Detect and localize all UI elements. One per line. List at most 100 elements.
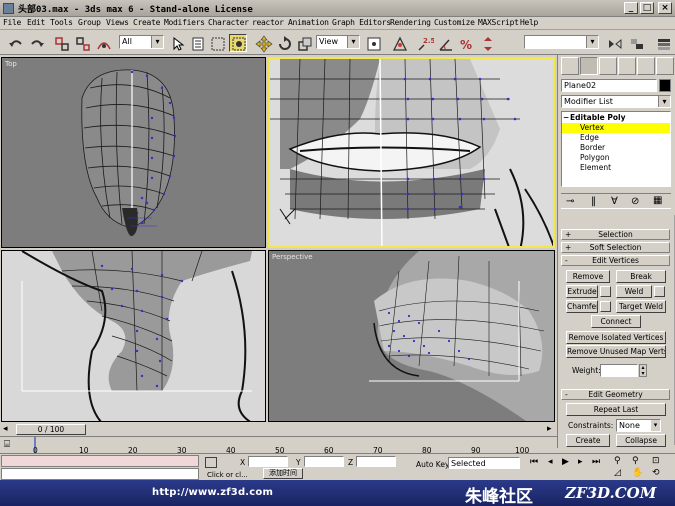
named-selection-dropdown[interactable] xyxy=(524,35,599,49)
stack-item-border[interactable]: Border xyxy=(562,143,670,153)
repeat-last-button[interactable]: Repeat Last xyxy=(566,403,666,416)
menu-animation[interactable]: Animation xyxy=(288,18,329,27)
rollout-edit-vertices[interactable]: - Edit Vertices xyxy=(561,255,670,266)
create-button[interactable]: Create xyxy=(566,434,610,447)
rectangular-selection-icon[interactable] xyxy=(208,34,226,52)
stack-item-vertex[interactable]: Vertex xyxy=(562,123,670,133)
select-and-rotate-icon[interactable] xyxy=(275,34,293,52)
menu-customize[interactable]: Customize xyxy=(434,18,475,27)
weld-settings-icon[interactable] xyxy=(654,286,665,297)
zoom-extents-icon[interactable]: ⊡ xyxy=(652,456,660,466)
configure-modifier-sets-icon[interactable]: ▦ xyxy=(653,195,662,206)
arc-rotate-icon[interactable]: ⟲ xyxy=(652,468,660,478)
hierarchy-tab-icon[interactable] xyxy=(599,57,617,75)
zoom-icon[interactable]: ⚲ xyxy=(614,456,621,466)
menu-reactor[interactable]: reactor xyxy=(252,18,284,27)
window-crossing-icon[interactable] xyxy=(229,34,247,52)
mirror-icon[interactable] xyxy=(605,34,623,52)
menu-views[interactable]: Views xyxy=(106,18,129,27)
y-coordinate-field[interactable] xyxy=(304,456,344,467)
connect-button[interactable]: Connect xyxy=(591,315,641,328)
target-weld-button[interactable]: Target Weld xyxy=(616,300,666,313)
left-viewport[interactable] xyxy=(1,250,266,422)
menu-modifiers[interactable]: Modifiers xyxy=(164,18,205,27)
slider-right-arrow-icon[interactable]: ▸ xyxy=(547,424,552,434)
rollout-soft-selection[interactable]: + Soft Selection xyxy=(561,242,670,253)
align-icon[interactable] xyxy=(627,34,645,52)
menu-edit[interactable]: Edit xyxy=(27,18,45,27)
slider-left-arrow-icon[interactable]: ◂ xyxy=(3,424,8,434)
rollout-edit-geometry[interactable]: - Edit Geometry xyxy=(561,389,670,400)
lock-selection-icon[interactable] xyxy=(205,457,217,468)
layer-manager-icon[interactable] xyxy=(654,34,672,52)
perspective-viewport[interactable]: Perspective xyxy=(268,250,555,422)
weld-button[interactable]: Weld xyxy=(616,285,652,298)
menu-maxscript[interactable]: MAXScript xyxy=(478,18,519,27)
angle-snap-icon[interactable] xyxy=(436,34,454,52)
utilities-tab-icon[interactable] xyxy=(656,57,674,75)
extrude-button[interactable]: Extrude xyxy=(566,285,598,298)
select-and-link-icon[interactable] xyxy=(52,34,70,52)
collapse-button[interactable]: Collapse xyxy=(616,434,666,447)
snap-toggle-icon[interactable]: 2.5 xyxy=(415,34,434,52)
select-and-move-icon[interactable] xyxy=(254,34,273,53)
motion-tab-icon[interactable] xyxy=(618,57,636,75)
select-and-manipulate-icon[interactable] xyxy=(390,34,408,52)
field-of-view-icon[interactable]: ◿ xyxy=(614,468,621,478)
modify-tab-icon[interactable] xyxy=(580,57,598,75)
extrude-settings-icon[interactable] xyxy=(600,286,611,297)
zoom-all-icon[interactable]: ⚲ xyxy=(632,456,639,466)
menu-tools[interactable]: Tools xyxy=(50,18,73,27)
key-mode-dropdown[interactable]: Selected xyxy=(448,457,520,469)
next-frame-icon[interactable]: ▸ xyxy=(578,457,583,467)
stack-item-edge[interactable]: Edge xyxy=(562,133,670,143)
modifier-list-dropdown[interactable]: Modifier List xyxy=(561,95,671,108)
spinner-snap-icon[interactable] xyxy=(478,34,496,52)
top-viewport[interactable]: Top xyxy=(1,57,266,248)
percent-snap-icon[interactable]: % xyxy=(457,34,475,52)
auto-key-button[interactable]: Auto Key xyxy=(416,460,449,469)
maxscript-listener[interactable] xyxy=(1,455,199,467)
previous-frame-icon[interactable]: ◂ xyxy=(548,457,553,467)
stack-item-polygon[interactable]: Polygon xyxy=(562,153,670,163)
stack-expand-icon[interactable]: − xyxy=(563,113,569,123)
minimize-button[interactable]: _ xyxy=(624,2,638,14)
menu-create[interactable]: Create xyxy=(133,18,160,27)
unlink-icon[interactable] xyxy=(73,34,91,52)
chamfer-button[interactable]: Chamfer xyxy=(566,300,598,313)
go-to-end-icon[interactable]: ⏭ xyxy=(592,457,600,467)
menu-graph-editors[interactable]: Graph Editors xyxy=(332,18,391,27)
track-bar[interactable]: ⌸ 0 10 20 30 40 50 60 70 80 90 100 xyxy=(0,436,557,455)
constraints-arrow-icon[interactable]: ▾ xyxy=(651,420,660,431)
undo-icon[interactable] xyxy=(6,34,24,52)
rollout-selection[interactable]: + Selection xyxy=(561,229,670,240)
pivot-point-icon[interactable] xyxy=(364,34,382,52)
chamfer-settings-icon[interactable] xyxy=(600,301,611,312)
show-end-result-icon[interactable]: ‖ xyxy=(591,196,596,207)
play-icon[interactable]: ▶ xyxy=(562,457,569,467)
x-coordinate-field[interactable] xyxy=(248,456,288,467)
remove-isolated-vertices-button[interactable]: Remove Isolated Vertices xyxy=(566,331,666,344)
select-and-scale-icon[interactable] xyxy=(295,34,313,52)
menu-file[interactable]: File xyxy=(3,18,21,27)
close-button[interactable]: × xyxy=(658,2,672,14)
menu-help[interactable]: Help xyxy=(520,18,538,27)
display-tab-icon[interactable] xyxy=(637,57,655,75)
object-color-swatch[interactable] xyxy=(659,79,671,92)
object-name-field[interactable]: Plane02 xyxy=(561,79,657,92)
pin-stack-icon[interactable]: ⊸ xyxy=(566,196,574,207)
remove-button[interactable]: Remove xyxy=(566,270,610,283)
pan-icon[interactable]: ✋ xyxy=(632,468,643,478)
mini-curve-editor-icon[interactable]: ⌸ xyxy=(4,439,10,450)
front-viewport[interactable] xyxy=(268,57,555,248)
menu-rendering[interactable]: Rendering xyxy=(390,18,431,27)
z-coordinate-field[interactable] xyxy=(356,456,396,467)
break-button[interactable]: Break xyxy=(616,270,666,283)
bind-space-warp-icon[interactable] xyxy=(94,34,112,52)
stack-root-item[interactable]: − Editable Poly xyxy=(562,113,670,123)
menu-group[interactable]: Group xyxy=(78,18,101,27)
make-unique-icon[interactable]: ∀ xyxy=(611,196,618,207)
create-tab-icon[interactable] xyxy=(561,57,579,75)
maximize-button[interactable]: □ xyxy=(640,2,654,14)
stack-item-element[interactable]: Element xyxy=(562,163,670,173)
